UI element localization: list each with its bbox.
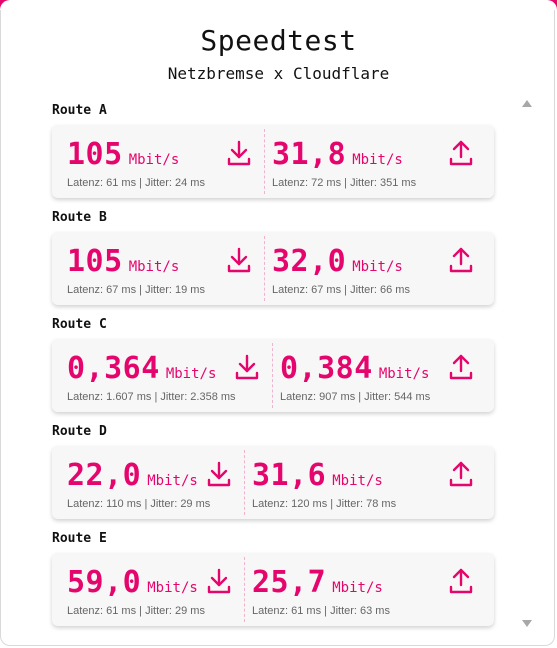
route-label: Route C xyxy=(52,317,107,332)
scroll-up-arrow-icon[interactable] xyxy=(522,100,532,107)
download-speed: 22,0 Mbit/s xyxy=(67,458,198,493)
download-latency-jitter: Latenz: 67 ms | Jitter: 19 ms xyxy=(67,284,205,296)
upload-speed: 0,384 Mbit/s xyxy=(280,351,429,386)
download-panel: 22,0 Mbit/s Latenz: 110 ms | Jitter: 29 ms xyxy=(52,446,244,519)
download-panel: 105 Mbit/s Latenz: 67 ms | Jitter: 19 ms xyxy=(52,232,264,305)
upload-panel: 0,384 Mbit/s Latenz: 907 ms | Jitter: 544 … xyxy=(272,339,494,412)
upload-unit: Mbit/s xyxy=(332,473,383,489)
route-label: Route B xyxy=(52,210,107,225)
upload-icon xyxy=(448,246,474,274)
upload-latency-jitter: Latenz: 61 ms | Jitter: 63 ms xyxy=(252,605,390,617)
upload-panel: 32,0 Mbit/s Latenz: 67 ms | Jitter: 66 ms xyxy=(264,232,494,305)
route-card: 22,0 Mbit/s Latenz: 110 ms | Jitter: 29 ms… xyxy=(52,446,494,519)
panel-divider xyxy=(264,129,265,194)
download-unit: Mbit/s xyxy=(165,366,217,382)
route-section: Route E 59,0 Mbit/s Latenz: 61 ms | Jitter:… xyxy=(52,528,494,635)
routes-list[interactable]: Route A 105 Mbit/s Latenz: 61 ms | Jitter: … xyxy=(52,100,494,635)
download-unit: Mbit/s xyxy=(147,473,198,489)
upload-speed: 25,7 Mbit/s xyxy=(252,565,383,600)
upload-speed: 31,8 Mbit/s xyxy=(272,137,403,172)
download-value: 105 xyxy=(67,137,123,172)
upload-latency-jitter: Latenz: 67 ms | Jitter: 66 ms xyxy=(272,284,410,296)
route-card: 105 Mbit/s Latenz: 67 ms | Jitter: 19 ms 32… xyxy=(52,232,494,305)
upload-latency-jitter: Latenz: 72 ms | Jitter: 351 ms xyxy=(272,177,417,189)
route-label: Route A xyxy=(52,103,107,118)
route-section: Route B 105 Mbit/s Latenz: 67 ms | Jitter: … xyxy=(52,207,494,314)
upload-icon xyxy=(448,567,474,595)
upload-unit: Mbit/s xyxy=(332,580,383,596)
download-icon xyxy=(206,567,232,595)
route-section: Route D 22,0 Mbit/s Latenz: 110 ms | Jitter… xyxy=(52,421,494,528)
download-speed: 0,364 Mbit/s xyxy=(67,351,216,386)
panel-divider xyxy=(264,236,265,301)
upload-unit: Mbit/s xyxy=(352,152,403,168)
upload-speed: 31,6 Mbit/s xyxy=(252,458,383,493)
upload-latency-jitter: Latenz: 907 ms | Jitter: 544 ms xyxy=(280,391,431,403)
download-icon xyxy=(226,246,252,274)
download-unit: Mbit/s xyxy=(128,259,180,275)
panel-divider xyxy=(244,557,245,622)
page-subtitle: Netzbremse x Cloudflare xyxy=(167,64,390,83)
upload-value: 31,6 xyxy=(252,458,327,493)
download-icon xyxy=(226,139,252,167)
download-value: 22,0 xyxy=(67,458,142,493)
download-value: 105 xyxy=(67,244,123,279)
scroll-down-arrow-icon[interactable] xyxy=(522,620,532,627)
download-value: 0,364 xyxy=(67,351,160,386)
upload-unit: Mbit/s xyxy=(378,366,430,382)
upload-icon xyxy=(448,353,474,381)
route-card: 0,364 Mbit/s Latenz: 1.607 ms | Jitter: 2.… xyxy=(52,339,494,412)
download-latency-jitter: Latenz: 61 ms | Jitter: 29 ms xyxy=(67,605,205,617)
route-label: Route E xyxy=(52,531,107,546)
download-icon xyxy=(206,460,232,488)
upload-value: 0,384 xyxy=(280,351,373,386)
download-panel: 59,0 Mbit/s Latenz: 61 ms | Jitter: 29 ms xyxy=(52,553,244,626)
upload-panel: 31,6 Mbit/s Latenz: 120 ms | Jitter: 78 ms xyxy=(244,446,494,519)
download-latency-jitter: Latenz: 61 ms | Jitter: 24 ms xyxy=(67,177,205,189)
download-value: 59,0 xyxy=(67,565,142,600)
upload-panel: 31,8 Mbit/s Latenz: 72 ms | Jitter: 351 ms xyxy=(264,125,494,198)
download-speed: 59,0 Mbit/s xyxy=(67,565,198,600)
download-icon xyxy=(234,353,260,381)
download-panel: 105 Mbit/s Latenz: 61 ms | Jitter: 24 ms xyxy=(52,125,264,198)
upload-panel: 25,7 Mbit/s Latenz: 61 ms | Jitter: 63 ms xyxy=(244,553,494,626)
panel-divider xyxy=(272,343,273,408)
download-unit: Mbit/s xyxy=(128,152,180,168)
upload-speed: 32,0 Mbit/s xyxy=(272,244,403,279)
upload-value: 32,0 xyxy=(272,244,347,279)
upload-icon xyxy=(448,139,474,167)
upload-value: 25,7 xyxy=(252,565,327,600)
download-speed: 105 Mbit/s xyxy=(67,137,179,172)
download-latency-jitter: Latenz: 1.607 ms | Jitter: 2.358 ms xyxy=(67,391,236,403)
route-card: 105 Mbit/s Latenz: 61 ms | Jitter: 24 ms 31… xyxy=(52,125,494,198)
route-label: Route D xyxy=(52,424,107,439)
upload-latency-jitter: Latenz: 120 ms | Jitter: 78 ms xyxy=(252,498,397,510)
download-unit: Mbit/s xyxy=(147,580,198,596)
download-speed: 105 Mbit/s xyxy=(67,244,179,279)
download-panel: 0,364 Mbit/s Latenz: 1.607 ms | Jitter: 2.… xyxy=(52,339,272,412)
route-card: 59,0 Mbit/s Latenz: 61 ms | Jitter: 29 ms 2… xyxy=(52,553,494,626)
download-latency-jitter: Latenz: 110 ms | Jitter: 29 ms xyxy=(67,498,211,510)
route-section: Route A 105 Mbit/s Latenz: 61 ms | Jitter: … xyxy=(52,100,494,207)
panel-divider xyxy=(244,450,245,515)
upload-icon xyxy=(448,460,474,488)
upload-value: 31,8 xyxy=(272,137,347,172)
upload-unit: Mbit/s xyxy=(352,259,403,275)
route-section: Route C 0,364 Mbit/s Latenz: 1.607 ms | Jit… xyxy=(52,314,494,421)
page-title: Speedtest xyxy=(200,24,357,57)
